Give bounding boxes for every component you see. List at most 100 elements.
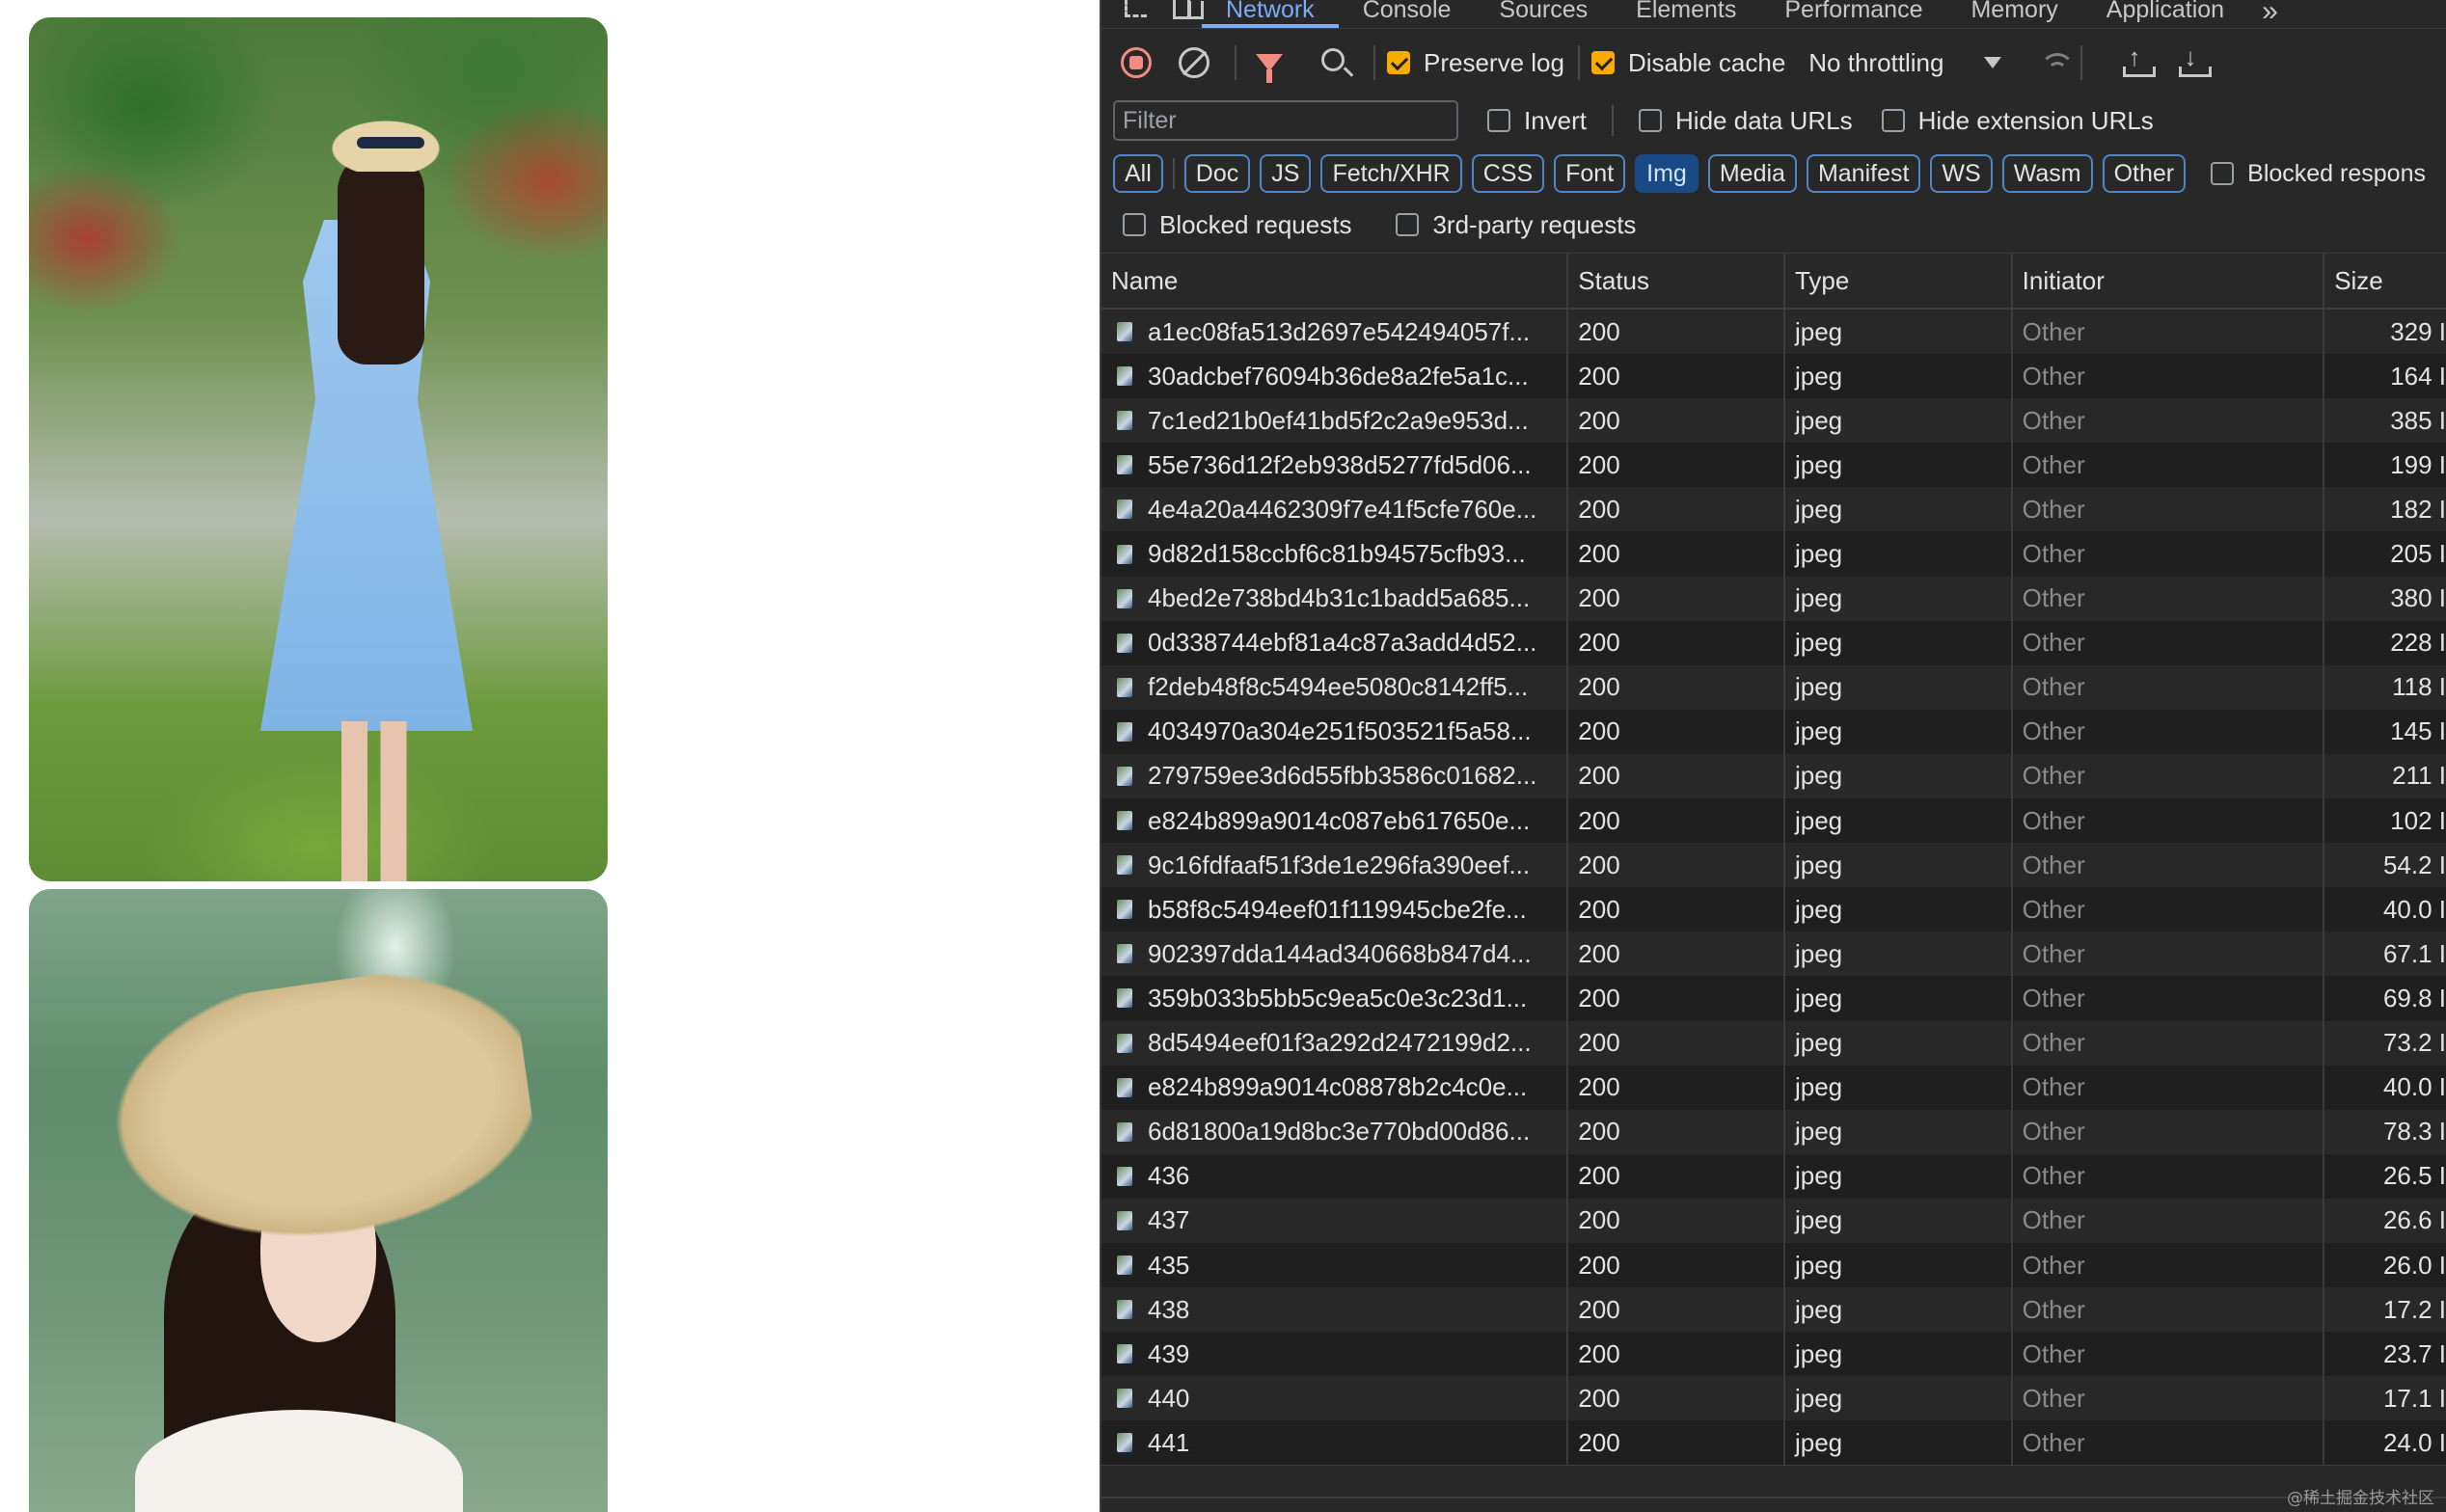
cell-status: 200 [1568, 932, 1785, 977]
table-row[interactable]: 7c1ed21b0ef41bd5f2c2a9e953d... 200 jpeg Oth… [1101, 398, 2446, 444]
throttling-select[interactable]: No throttling [1808, 48, 1943, 78]
table-row[interactable]: 438 200 jpeg Other 17.2 I [1101, 1287, 2446, 1333]
hide-extension-urls-option[interactable]: Hide extension URLs [1881, 106, 2154, 136]
tab-performance[interactable]: Performance [1760, 0, 1946, 28]
third-party-requests-checkbox[interactable] [1396, 213, 1420, 236]
filter-input[interactable] [1113, 100, 1458, 141]
export-har-icon[interactable] [2179, 42, 2213, 77]
table-row[interactable]: 441 200 jpeg Other 24.0 I [1101, 1420, 2446, 1466]
request-name: 55e736d12f2eb938d5277fd5d06... [1148, 449, 1532, 479]
import-har-icon[interactable] [2123, 42, 2157, 77]
cell-type: jpeg [1785, 798, 2013, 844]
table-row[interactable]: 279759ee3d6d55fbb3586c01682... 200 jpeg Oth… [1101, 753, 2446, 799]
invert-option[interactable]: Invert [1487, 106, 1587, 136]
type-filter-font[interactable]: Font [1554, 154, 1626, 193]
clear-log-icon[interactable] [1179, 47, 1209, 78]
inspect-element-icon[interactable] [1119, 0, 1152, 28]
column-header-size[interactable]: Size [2324, 254, 2446, 308]
tab-console[interactable]: Console [1339, 0, 1476, 28]
type-filter-wasm[interactable]: Wasm [2001, 154, 2093, 193]
tab-elements[interactable]: Elements [1612, 0, 1760, 28]
tab-sources[interactable]: Sources [1475, 0, 1612, 28]
column-header-status[interactable]: Status [1568, 254, 1785, 308]
cell-status: 200 [1568, 1332, 1785, 1377]
table-row[interactable]: 6d81800a19d8bc3e770bd00d86... 200 jpeg Othe… [1101, 1109, 2446, 1154]
table-row[interactable]: 4e4a20a4462309f7e41f5cfe760e... 200 jpeg Ot… [1101, 487, 2446, 532]
third-party-requests-option[interactable]: 3rd-party requests [1396, 210, 1636, 240]
table-row[interactable]: a1ec08fa513d2697e542494057f... 200 jpeg Oth… [1101, 310, 2446, 355]
cell-type: jpeg [1785, 932, 2013, 977]
table-row[interactable]: 9d82d158ccbf6c81b94575cfb93... 200 jpeg Oth… [1101, 531, 2446, 577]
chevron-down-icon[interactable] [1984, 57, 2002, 68]
type-filter-divider [1172, 158, 1175, 189]
type-filter-img[interactable]: Img [1635, 154, 1699, 193]
table-row[interactable]: 440 200 jpeg Other 17.1 I [1101, 1376, 2446, 1421]
table-row[interactable]: 55e736d12f2eb938d5277fd5d06... 200 jpeg Oth… [1101, 443, 2446, 488]
table-row[interactable]: 4bed2e738bd4b31c1badd5a685... 200 jpeg Othe… [1101, 576, 2446, 621]
preserve-log-checkbox[interactable] [1387, 51, 1410, 74]
table-row[interactable]: f2deb48f8c5494ee5080c8142ff5... 200 jpeg Ot… [1101, 664, 2446, 710]
table-row[interactable]: 30adcbef76094b36de8a2fe5a1c... 200 jpeg Oth… [1101, 354, 2446, 399]
cell-name: 7c1ed21b0ef41bd5f2c2a9e953d... [1101, 398, 1569, 444]
cell-name: 55e736d12f2eb938d5277fd5d06... [1101, 443, 1569, 488]
more-tabs-chevron-icon[interactable]: » [2248, 0, 2292, 28]
type-filter-media[interactable]: Media [1707, 154, 1797, 193]
table-row[interactable]: 4034970a304e251f503521f5a58... 200 jpeg Oth… [1101, 709, 2446, 754]
type-filter-all[interactable]: All [1113, 154, 1163, 193]
blocked-responses-checkbox[interactable] [2211, 162, 2235, 185]
column-header-name[interactable]: Name [1101, 254, 1569, 308]
preserve-log-label: Preserve log [1424, 47, 1564, 77]
hide-data-urls-checkbox[interactable] [1639, 109, 1663, 132]
cell-type: jpeg [1785, 487, 2013, 532]
cell-name: 6d81800a19d8bc3e770bd00d86... [1101, 1109, 1569, 1154]
table-row[interactable]: 439 200 jpeg Other 23.7 I [1101, 1332, 2446, 1377]
hide-data-urls-option[interactable]: Hide data URLs [1639, 106, 1853, 136]
table-row[interactable]: 436 200 jpeg Other 26.5 I [1101, 1153, 2446, 1199]
blocked-requests-option[interactable]: Blocked requests [1123, 210, 1351, 240]
image-thumbnail-icon [1117, 1389, 1132, 1409]
search-icon[interactable] [1321, 48, 1345, 71]
type-filter-js[interactable]: JS [1260, 154, 1312, 193]
table-row[interactable]: e824b899a9014c087eb617650e... 200 jpeg Othe… [1101, 798, 2446, 844]
invert-label: Invert [1524, 105, 1588, 135]
table-row[interactable]: 437 200 jpeg Other 26.6 I [1101, 1198, 2446, 1243]
type-filter-doc[interactable]: Doc [1183, 154, 1251, 193]
table-row[interactable]: 0d338744ebf81a4c87a3add4d52... 200 jpeg Oth… [1101, 620, 2446, 665]
cell-size: 17.2 I [2382, 1294, 2446, 1324]
type-filter-css[interactable]: CSS [1471, 154, 1545, 193]
cell-size: 24.0 I [2382, 1427, 2446, 1457]
image-thumbnail-icon [1117, 1344, 1132, 1364]
cell-name: 30adcbef76094b36de8a2fe5a1c... [1101, 354, 1569, 399]
image-thumbnail-icon [1117, 900, 1132, 920]
table-row[interactable]: 435 200 jpeg Other 26.0 I [1101, 1242, 2446, 1288]
column-header-initiator[interactable]: Initiator [2013, 254, 2325, 308]
type-filter-fetch-xhr[interactable]: Fetch/XHR [1320, 154, 1462, 193]
request-filter-options: Blocked requests 3rd-party requests [1101, 202, 2446, 247]
table-row[interactable]: 8d5494eef01f3a292d2472199d2... 200 jpeg Oth… [1101, 1020, 2446, 1066]
table-row[interactable]: e824b899a9014c08878b2c4c0e... 200 jpeg Othe… [1101, 1065, 2446, 1110]
cell-name: b58f8c5494eef01f119945cbe2fe... [1101, 887, 1569, 932]
type-filter-manifest[interactable]: Manifest [1806, 154, 1921, 193]
table-row[interactable]: b58f8c5494eef01f119945cbe2fe... 200 jpeg Ot… [1101, 887, 2446, 932]
tab-application[interactable]: Application [2082, 0, 2248, 28]
type-filter-ws[interactable]: WS [1930, 154, 1993, 193]
hide-extension-urls-checkbox[interactable] [1881, 109, 1905, 132]
image-thumbnail-icon [1117, 500, 1132, 520]
network-conditions-icon[interactable] [2040, 49, 2076, 76]
table-body: a1ec08fa513d2697e542494057f... 200 jpeg Oth… [1101, 310, 2446, 1466]
disable-cache-checkbox[interactable] [1590, 51, 1615, 74]
tab-network[interactable]: Network [1202, 0, 1339, 28]
column-header-type[interactable]: Type [1785, 254, 2013, 308]
request-name: 441 [1148, 1427, 1190, 1457]
table-row[interactable]: 359b033b5bb5c9ea5c0e3c23d1... 200 jpeg Othe… [1101, 976, 2446, 1021]
invert-checkbox[interactable] [1487, 109, 1510, 132]
photo-girl-blue-dress [29, 17, 608, 881]
filter-icon[interactable] [1256, 54, 1283, 83]
tab-memory[interactable]: Memory [1946, 0, 2081, 28]
table-row[interactable]: 9c16fdfaaf51f3de1e296fa390eef... 200 jpeg O… [1101, 843, 2446, 888]
table-row[interactable]: 902397dda144ad340668b847d4... 200 jpeg Othe… [1101, 932, 2446, 977]
stop-recording-icon[interactable] [1121, 47, 1152, 78]
device-toolbar-icon[interactable] [1169, 0, 1204, 28]
type-filter-other[interactable]: Other [2102, 154, 2187, 193]
blocked-requests-checkbox[interactable] [1123, 213, 1146, 236]
